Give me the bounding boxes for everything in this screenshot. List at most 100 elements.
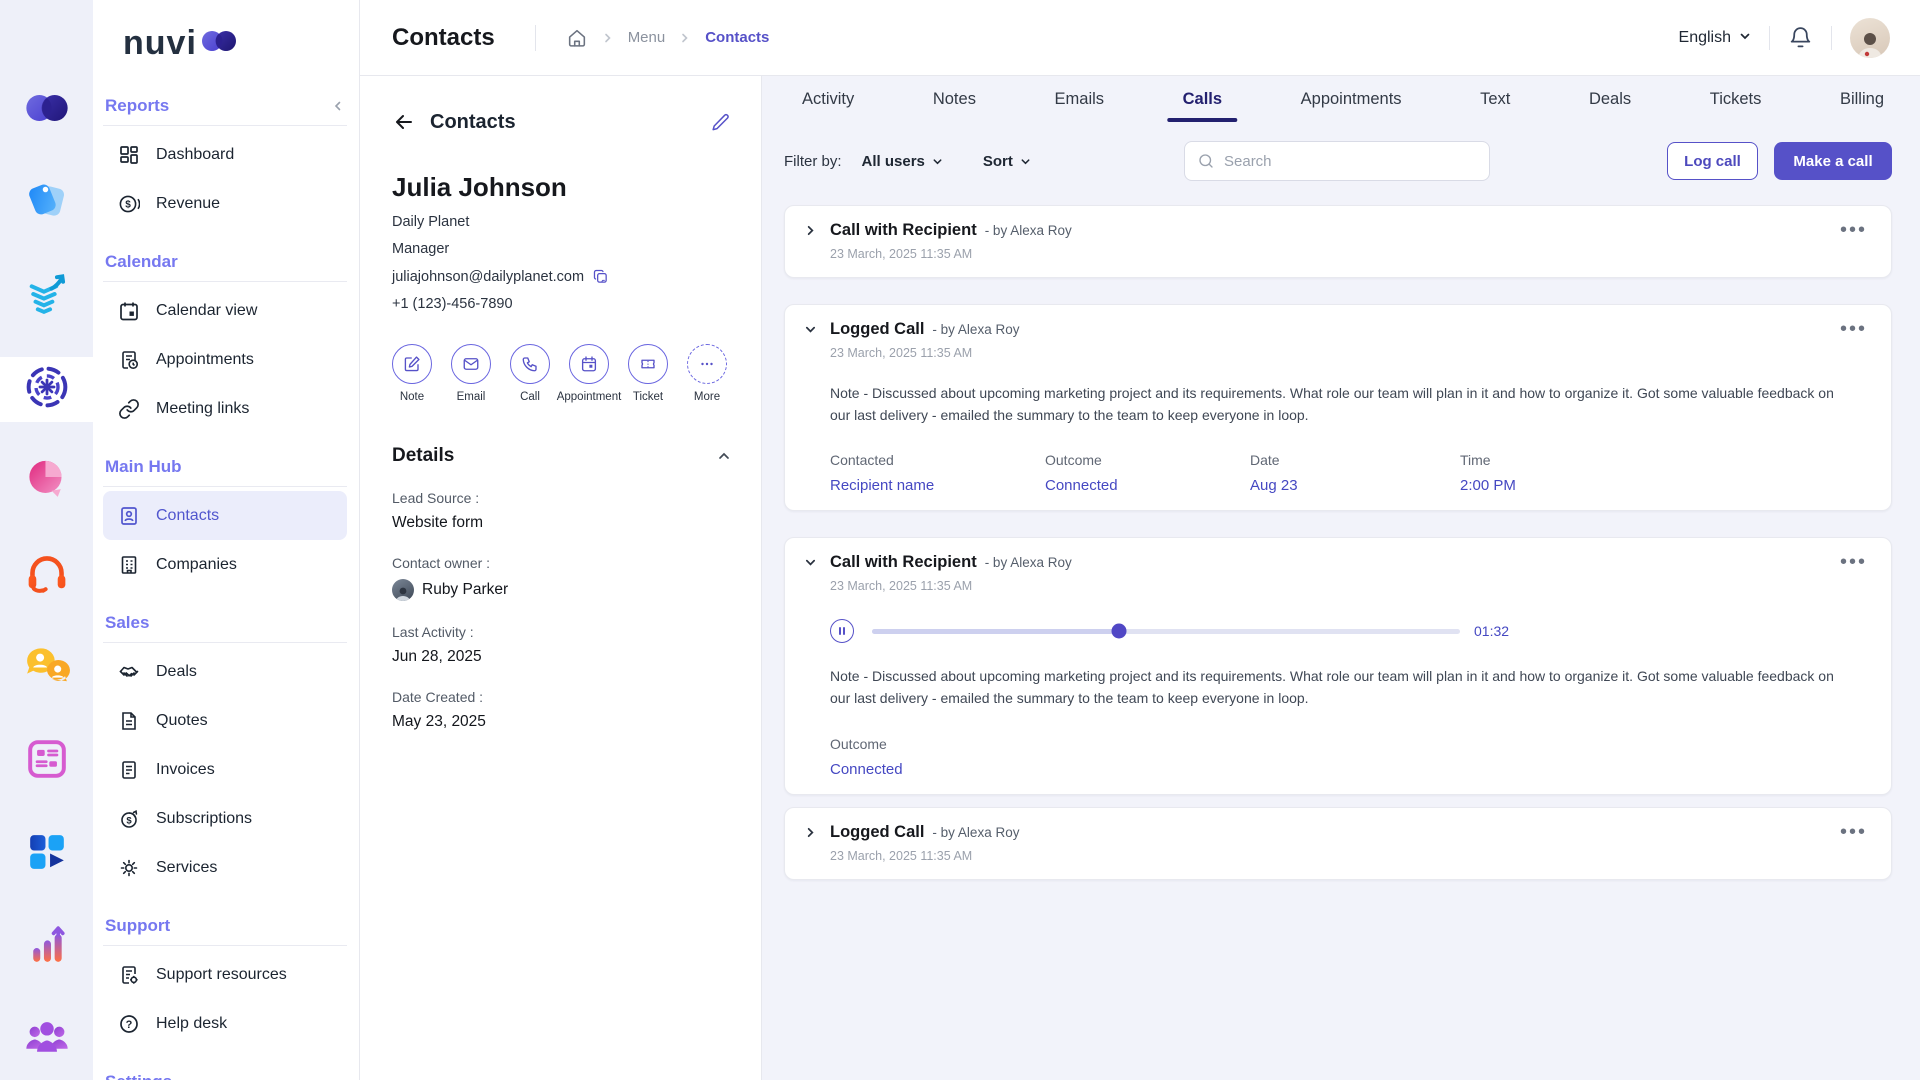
email-icon[interactable]: [451, 344, 491, 384]
action-email: Email: [451, 344, 491, 403]
sidebar-item-label: Subscriptions: [156, 810, 252, 828]
tab-deals[interactable]: Deals: [1589, 76, 1631, 122]
rail-item-growth-report[interactable]: [0, 901, 93, 994]
chevron-right-icon: [602, 32, 614, 44]
tab-calls[interactable]: Calls: [1183, 76, 1222, 122]
sidebar-item-invoices[interactable]: Invoices: [103, 745, 347, 794]
ellipsis-menu-icon[interactable]: •••: [1838, 221, 1869, 239]
rail-item-people[interactable]: [0, 994, 93, 1080]
sidebar-item-services[interactable]: Services: [103, 843, 347, 892]
note-icon[interactable]: [392, 344, 432, 384]
rail-item-automation-active[interactable]: [0, 343, 93, 436]
tab-text[interactable]: Text: [1480, 76, 1510, 122]
rail-item-newsletter[interactable]: [0, 715, 93, 808]
field-value-link[interactable]: Connected: [1045, 477, 1250, 494]
sidebar-collapse-icon[interactable]: [331, 99, 345, 113]
section-heading: Support: [105, 916, 170, 936]
calendar-icon[interactable]: [569, 344, 609, 384]
tab-tickets[interactable]: Tickets: [1710, 76, 1762, 122]
breadcrumb-menu[interactable]: Menu: [628, 29, 666, 46]
field-value-link[interactable]: Aug 23: [1250, 477, 1460, 494]
contact-email[interactable]: juliajohnson@dailyplanet.com: [392, 269, 584, 285]
rail-item-growth[interactable]: [0, 250, 93, 343]
ticket-icon[interactable]: [628, 344, 668, 384]
bell-icon[interactable]: [1788, 25, 1813, 50]
rail-item-tags[interactable]: [0, 157, 93, 250]
sidebar-item-quotes[interactable]: Quotes: [103, 696, 347, 745]
call-note: Note - Discussed about upcoming marketin…: [830, 383, 1840, 426]
home-icon[interactable]: [566, 27, 588, 49]
sidebar-item-label: Dashboard: [156, 146, 234, 164]
language-selector[interactable]: English: [1679, 29, 1751, 47]
sidebar-item-appointments[interactable]: Appointments: [103, 335, 347, 384]
call-byline: - by Alexa Roy: [932, 322, 1019, 337]
sidebar-item-companies[interactable]: Companies: [103, 540, 347, 589]
ellipsis-menu-icon[interactable]: •••: [1838, 320, 1869, 338]
chevron-right-icon[interactable]: [805, 225, 817, 236]
rail-item-teamchat[interactable]: [0, 622, 93, 715]
rail-item-apps[interactable]: [0, 808, 93, 901]
sidebar-item-revenue[interactable]: $ Revenue: [103, 179, 347, 228]
sidebar-item-contacts[interactable]: Contacts: [103, 491, 347, 540]
ellipsis-menu-icon[interactable]: •••: [1838, 553, 1869, 571]
sidebar-item-help-desk[interactable]: ? Help desk: [103, 999, 347, 1048]
chevron-right-icon[interactable]: [805, 827, 817, 838]
invoice-icon: [118, 759, 140, 781]
field-value-link[interactable]: Connected: [830, 761, 1869, 778]
sidebar-item-support-resources[interactable]: Support resources: [103, 950, 347, 999]
people-group-icon: [21, 1012, 73, 1069]
building-icon: [118, 554, 140, 576]
recurring-payment-icon: $: [118, 808, 140, 830]
phone-icon[interactable]: [510, 344, 550, 384]
rail-item-analytics[interactable]: [0, 436, 93, 529]
make-call-button[interactable]: Make a call: [1774, 142, 1892, 180]
search-icon: [1197, 152, 1215, 170]
tab-activity[interactable]: Activity: [802, 76, 854, 122]
sidebar-item-dashboard[interactable]: Dashboard: [103, 130, 347, 179]
audio-slider-thumb[interactable]: [1111, 624, 1126, 639]
sidebar-item-meeting-links[interactable]: Meeting links: [103, 384, 347, 433]
breadcrumb-current[interactable]: Contacts: [705, 29, 769, 46]
topbar: Contacts Menu Contacts English: [360, 0, 1920, 76]
brand-logo[interactable]: nuvi: [103, 14, 347, 72]
pause-icon[interactable]: [830, 619, 854, 643]
more-ellipsis-icon[interactable]: [687, 344, 727, 384]
call-title: Logged Call: [830, 320, 924, 339]
contact-panel-header: Contacts: [392, 110, 731, 134]
chevron-down-icon[interactable]: [805, 557, 817, 568]
action-label: Appointment: [557, 391, 622, 403]
body-row: Contacts Julia Johnson Daily Planet Mana…: [360, 76, 1920, 1080]
ellipsis-menu-icon[interactable]: •••: [1838, 823, 1869, 841]
audio-seek-slider[interactable]: [872, 629, 1460, 634]
rail-item-callcenter[interactable]: [0, 529, 93, 622]
users-filter-dropdown[interactable]: All users: [862, 153, 943, 170]
action-label: Ticket: [633, 391, 663, 403]
chevron-up-icon[interactable]: [717, 449, 731, 463]
call-card-titles: Logged Call - by Alexa Roy 23 March, 202…: [830, 320, 1019, 360]
call-field-outcome: Outcome Connected: [1045, 452, 1250, 494]
tab-notes[interactable]: Notes: [933, 76, 976, 122]
user-avatar[interactable]: [1850, 18, 1890, 58]
back-button[interactable]: [392, 110, 416, 134]
sidebar-item-deals[interactable]: Deals: [103, 647, 347, 696]
sort-dropdown[interactable]: Sort: [983, 153, 1031, 170]
edit-pencil-icon[interactable]: [710, 112, 731, 133]
tab-emails[interactable]: Emails: [1055, 76, 1105, 122]
field-value-link[interactable]: 2:00 PM: [1460, 477, 1869, 494]
contact-phone: +1 (123)-456-7890: [392, 296, 731, 312]
tab-appointments[interactable]: Appointments: [1301, 76, 1402, 122]
link-icon: [118, 398, 140, 420]
services-gear-icon: [118, 857, 140, 879]
log-call-button[interactable]: Log call: [1667, 142, 1758, 180]
section-calendar: Calendar: [103, 252, 347, 282]
copy-icon[interactable]: [592, 268, 609, 285]
tab-billing[interactable]: Billing: [1840, 76, 1884, 122]
field-value-link[interactable]: Recipient name: [830, 477, 1045, 494]
sidebar-item-calendar-view[interactable]: Calendar view: [103, 286, 347, 335]
sidebar-item-label: Calendar view: [156, 302, 257, 320]
rail-item-nuvio[interactable]: [0, 64, 93, 157]
chevron-down-icon[interactable]: [805, 324, 817, 335]
search-input[interactable]: [1224, 153, 1477, 170]
sidebar-item-subscriptions[interactable]: $ Subscriptions: [103, 794, 347, 843]
call-field-contacted: Contacted Recipient name: [830, 452, 1045, 494]
